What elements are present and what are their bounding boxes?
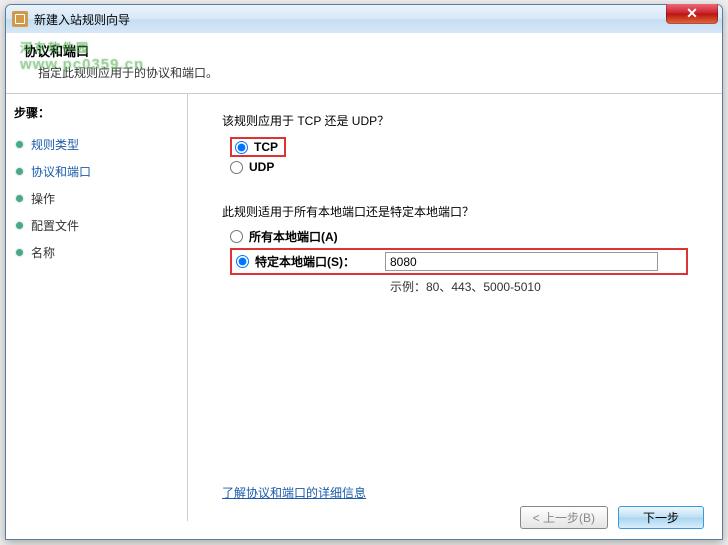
all-ports-label[interactable]: 所有本地端口(A) bbox=[249, 228, 379, 245]
main-pane: 该规则应用于 TCP 还是 UDP？ TCP UDP 此规则适用于所有本地端口还… bbox=[188, 94, 722, 521]
specific-ports-highlight: 特定本地端口(S)： bbox=[230, 248, 688, 275]
bullet-icon bbox=[16, 195, 23, 202]
bullet-icon bbox=[16, 141, 23, 148]
udp-radio[interactable] bbox=[230, 161, 243, 174]
protocol-question: 该规则应用于 TCP 还是 UDP？ bbox=[222, 112, 688, 129]
steps-sidebar: 步骤： 规则类型 协议和端口 操作 配置文件 名称 bbox=[6, 94, 188, 521]
step-profile[interactable]: 配置文件 bbox=[12, 212, 181, 239]
step-rule-type[interactable]: 规则类型 bbox=[12, 131, 181, 158]
window-buttons: ✕ bbox=[666, 4, 718, 24]
bullet-icon bbox=[16, 222, 23, 229]
specific-ports-label[interactable]: 特定本地端口(S)： bbox=[255, 253, 385, 270]
window-title: 新建入站规则向导 bbox=[34, 11, 130, 28]
ports-example: 示例：80、443、5000-5010 bbox=[390, 278, 688, 295]
page-title: 协议和端口 bbox=[24, 41, 704, 60]
wizard-window: 新建入站规则向导 ✕ 河东软件园 www.pc0359.cn 协议和端口 指定此… bbox=[5, 4, 723, 540]
back-button[interactable]: < 上一步(B) bbox=[520, 506, 608, 529]
bullet-icon bbox=[16, 168, 23, 175]
all-ports-radio[interactable] bbox=[230, 230, 243, 243]
udp-label[interactable]: UDP bbox=[249, 160, 274, 174]
learn-more-link[interactable]: 了解协议和端口的详细信息 bbox=[222, 484, 366, 501]
firewall-icon bbox=[12, 11, 28, 27]
bullet-icon bbox=[16, 249, 23, 256]
tcp-label[interactable]: TCP bbox=[254, 140, 278, 154]
wizard-body: 步骤： 规则类型 协议和端口 操作 配置文件 名称 该规则应用于 TCP 还是 … bbox=[6, 93, 722, 521]
wizard-header: 协议和端口 指定此规则应用于的协议和端口。 bbox=[6, 33, 722, 93]
tcp-radio[interactable] bbox=[235, 141, 248, 154]
steps-heading: 步骤： bbox=[12, 104, 181, 121]
step-protocol-port[interactable]: 协议和端口 bbox=[12, 158, 181, 185]
titlebar[interactable]: 新建入站规则向导 ✕ bbox=[6, 5, 722, 33]
wizard-footer: < 上一步(B) 下一步 bbox=[520, 506, 704, 529]
page-subtitle: 指定此规则应用于的协议和端口。 bbox=[24, 64, 704, 81]
tcp-highlight: TCP bbox=[230, 137, 286, 157]
next-button[interactable]: 下一步 bbox=[618, 506, 704, 529]
step-name[interactable]: 名称 bbox=[12, 239, 181, 266]
ports-question: 此规则适用于所有本地端口还是特定本地端口？ bbox=[222, 203, 688, 220]
close-button[interactable]: ✕ bbox=[666, 4, 718, 24]
step-action[interactable]: 操作 bbox=[12, 185, 181, 212]
ports-input[interactable] bbox=[385, 252, 658, 271]
specific-ports-radio[interactable] bbox=[236, 255, 249, 268]
